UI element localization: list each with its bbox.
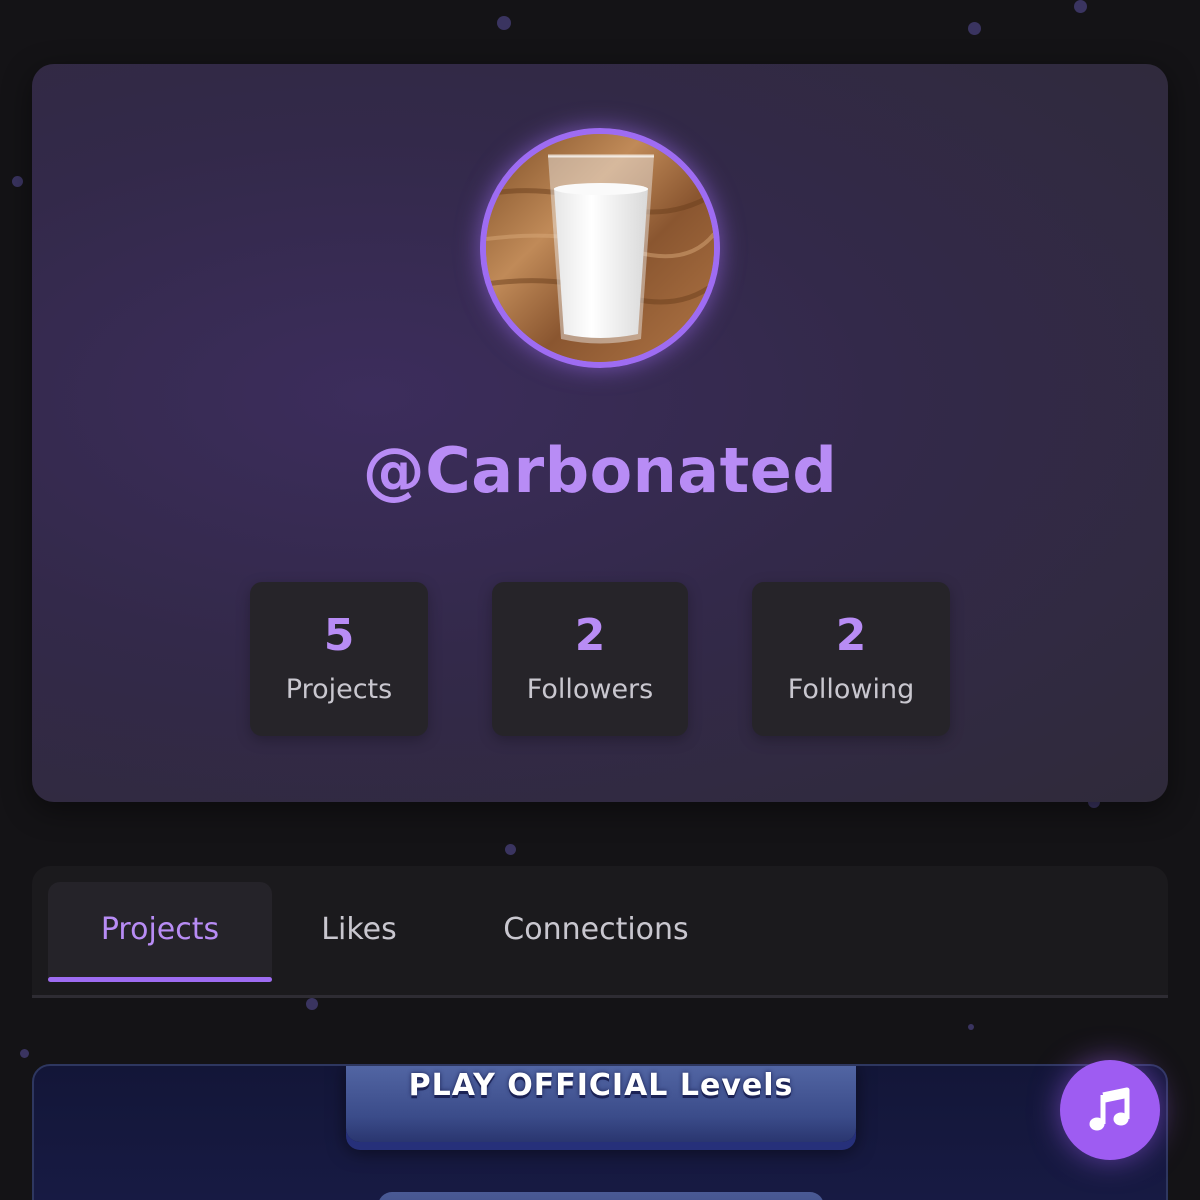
project-card[interactable]: PLAY OFFICIAL Levels <box>32 1064 1168 1200</box>
tab-likes[interactable]: Likes <box>302 882 416 982</box>
music-note-icon <box>1089 1087 1130 1131</box>
stat-projects-value: 5 <box>323 610 355 661</box>
play-official-levels-button: PLAY OFFICIAL Levels <box>346 1066 856 1142</box>
avatar[interactable] <box>480 128 720 368</box>
stat-followers-label: Followers <box>526 674 654 705</box>
stat-projects-label: Projects <box>285 674 393 705</box>
secondary-game-button <box>378 1192 824 1200</box>
profile-tabs: Projects Likes Connections <box>32 866 1168 998</box>
play-official-levels-label: PLAY OFFICIAL Levels <box>408 1068 794 1103</box>
tab-projects[interactable]: Projects <box>48 882 272 982</box>
username: @Carbonated <box>362 434 838 507</box>
stat-followers-value: 2 <box>574 610 606 661</box>
stat-following[interactable]: 2 Following <box>752 582 950 736</box>
milk-glass-icon <box>486 134 714 362</box>
tab-connections[interactable]: Connections <box>476 882 716 982</box>
stat-following-label: Following <box>787 674 915 705</box>
music-toggle-button[interactable] <box>1060 1060 1160 1160</box>
stat-projects[interactable]: 5 Projects <box>250 582 428 736</box>
stat-following-value: 2 <box>835 610 867 661</box>
stat-followers[interactable]: 2 Followers <box>492 582 688 736</box>
profile-card: @Carbonated 5 Projects 2 Followers 2 Fol… <box>32 64 1168 802</box>
